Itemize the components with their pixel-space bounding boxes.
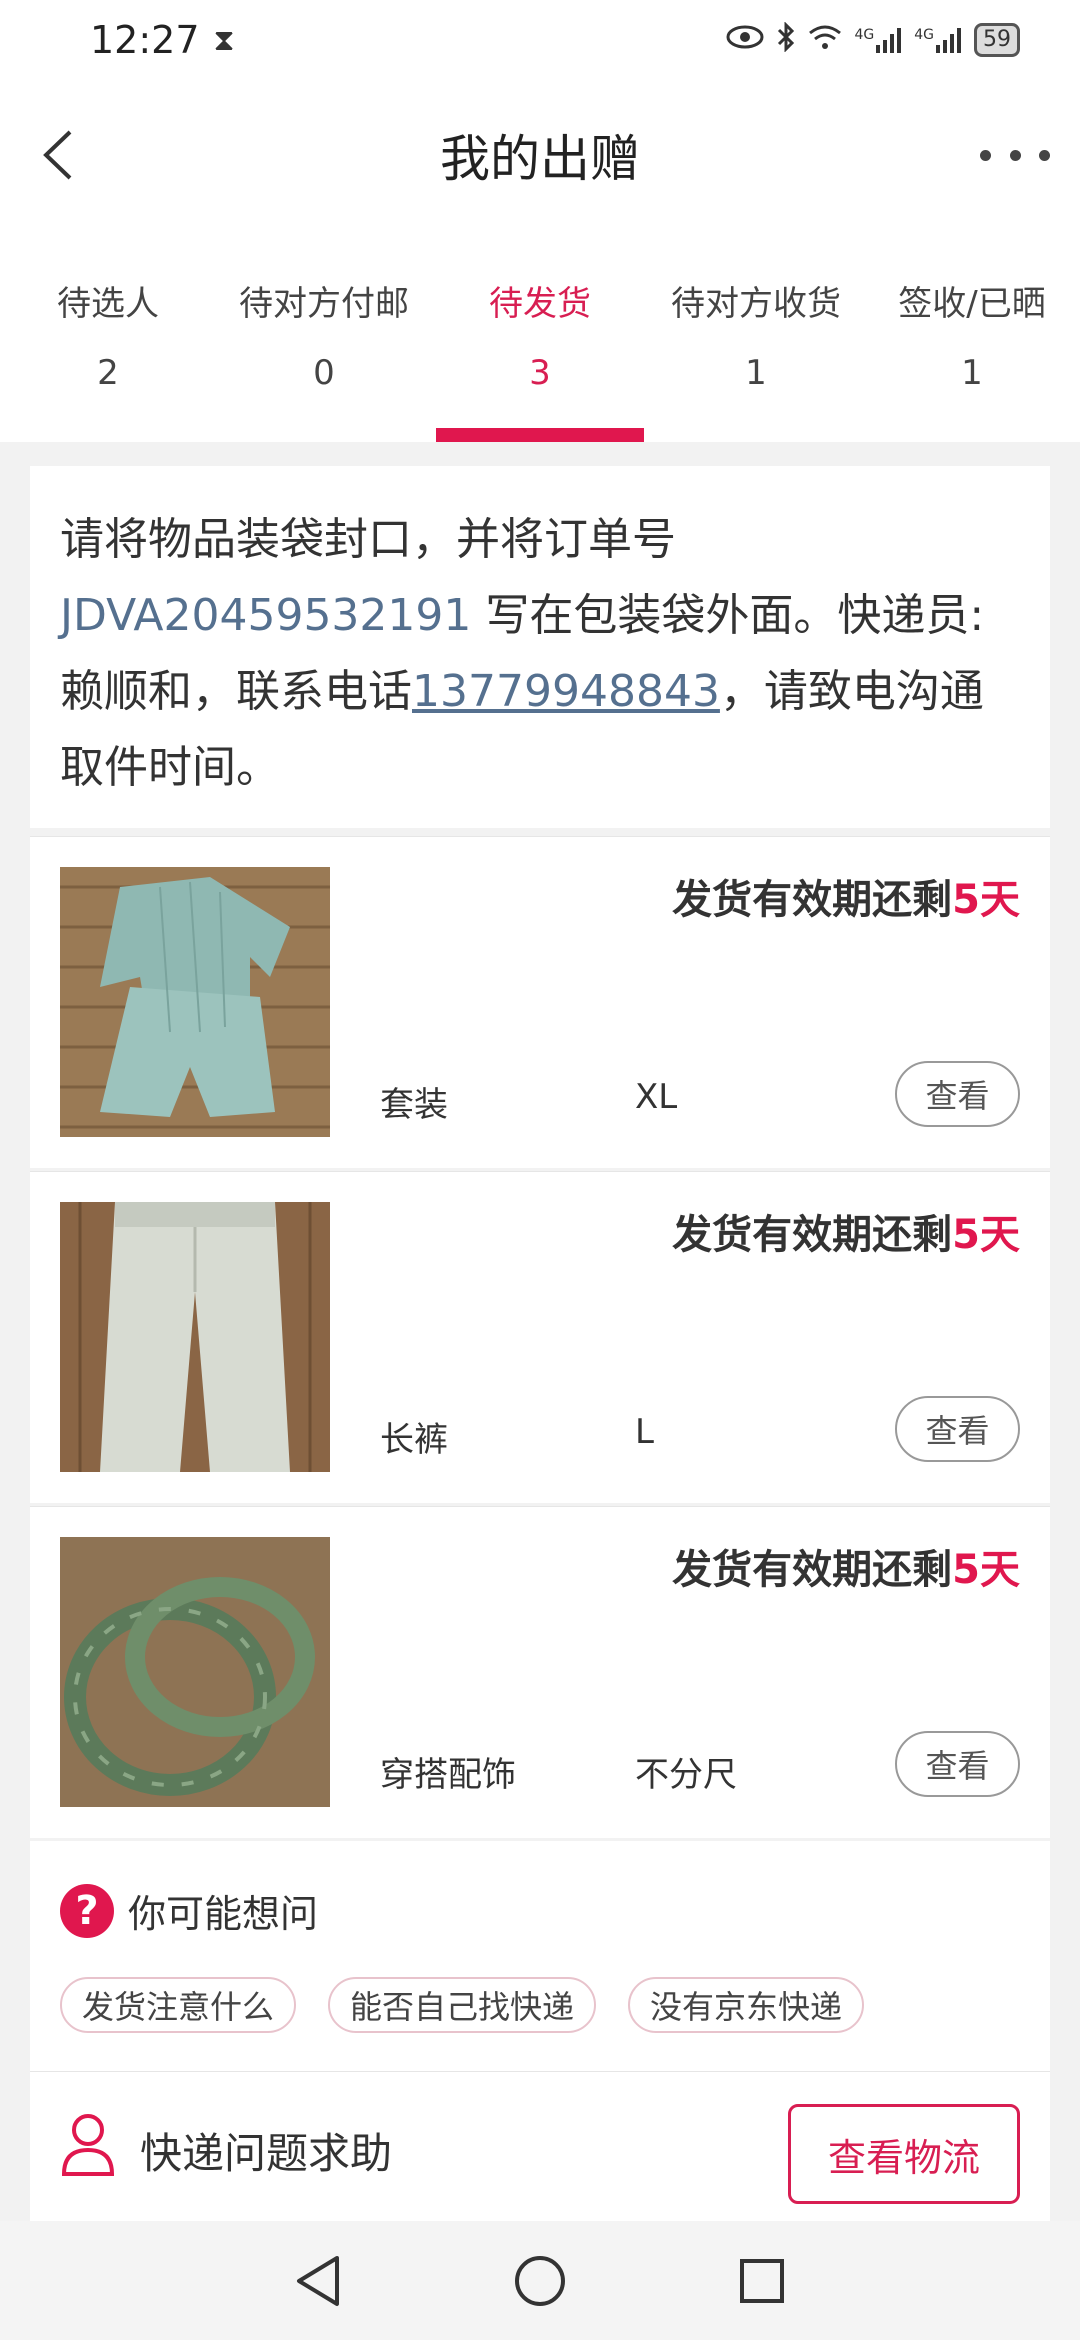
faq-title: 你可能想问 <box>128 1892 319 1936</box>
eye-icon <box>726 24 764 57</box>
signal-icon: 4G <box>854 27 902 53</box>
signal-icon: 4G <box>914 27 962 53</box>
tab-count: 2 <box>97 353 119 393</box>
tab-label: 待对方收货 <box>671 284 841 324</box>
view-button[interactable]: 查看 <box>895 1061 1020 1127</box>
ship-expiry-text: 发货有效期还剩5天 <box>672 1537 1020 1595</box>
item-size: 不分尺 <box>635 1755 737 1795</box>
faq-chip[interactable]: 能否自己找快递 <box>328 1977 597 2033</box>
courier-help-link[interactable]: 快递问题求助 <box>140 2120 392 2181</box>
tab-pending-select[interactable]: 待选人 2 <box>0 230 216 442</box>
expiry-label: 发货有效期还剩 <box>672 1212 953 1258</box>
item-size: XL <box>635 1077 678 1117</box>
item-category: 套装 <box>380 1085 448 1125</box>
status-tabs: 待选人 2 待对方付邮 0 待发货 3 待对方收货 1 签收/已晒 1 <box>0 230 1080 442</box>
item-size: L <box>635 1412 654 1452</box>
tab-pending-shipment[interactable]: 待发货 3 <box>432 230 648 442</box>
app-bar: 我的出赠 <box>0 80 1080 230</box>
list-item[interactable]: 发货有效期还剩5天 长裤 L 查看 <box>30 1171 1050 1503</box>
item-thumbnail[interactable] <box>60 1202 330 1472</box>
person-icon <box>60 2112 116 2176</box>
system-nav-bar <box>0 2221 1080 2340</box>
item-category: 穿搭配饰 <box>380 1755 516 1795</box>
tab-count: 0 <box>313 353 335 393</box>
tab-label: 签收/已晒 <box>898 284 1046 324</box>
hourglass-icon: ⧗ <box>213 22 235 58</box>
question-icon: ? <box>60 1883 114 1938</box>
notice-prefix: 请将物品装袋封口，并将订单号 <box>60 514 676 565</box>
nav-recents-icon[interactable] <box>737 2256 787 2306</box>
expiry-label: 发货有效期还剩 <box>672 877 953 923</box>
status-bar: 12:27 ⧗ 4G 4G 59 <box>0 0 1080 80</box>
faq-section: ? 你可能想问 发货注意什么 能否自己找快递 没有京东快递 <box>30 1841 1050 2071</box>
track-shipment-button[interactable]: 查看物流 <box>788 2104 1020 2204</box>
status-time: 12:27 <box>90 18 200 62</box>
tab-count: 3 <box>529 353 551 393</box>
nav-back-icon[interactable] <box>293 2254 343 2308</box>
courier-phone-link[interactable]: 13779948843 <box>412 666 720 717</box>
expiry-days: 5天 <box>952 1547 1020 1593</box>
tab-pending-postage[interactable]: 待对方付邮 0 <box>216 230 432 442</box>
order-number: JDVA20459532191 <box>60 590 472 641</box>
help-bar: 快递问题求助 查看物流 <box>30 2071 1050 2221</box>
ship-expiry-text: 发货有效期还剩5天 <box>672 1202 1020 1260</box>
tab-label: 待选人 <box>57 284 159 324</box>
list-item[interactable]: 发货有效期还剩5天 穿搭配饰 不分尺 查看 <box>30 1506 1050 1838</box>
item-thumbnail[interactable] <box>60 1537 330 1807</box>
item-category: 长裤 <box>380 1420 448 1460</box>
network-label: 4G <box>914 27 934 43</box>
ship-expiry-text: 发货有效期还剩5天 <box>672 867 1020 925</box>
battery-icon: 59 <box>974 23 1020 57</box>
faq-chip[interactable]: 没有京东快递 <box>628 1977 865 2033</box>
back-icon[interactable] <box>28 120 88 190</box>
network-label: 4G <box>854 27 875 43</box>
list-item[interactable]: 发货有效期还剩5天 套装 XL 查看 <box>30 836 1050 1168</box>
faq-header: ? 你可能想问 <box>60 1883 318 1938</box>
page-title: 我的出赠 <box>440 130 640 188</box>
view-button[interactable]: 查看 <box>895 1731 1020 1797</box>
tab-pending-receipt[interactable]: 待对方收货 1 <box>648 230 864 442</box>
view-button[interactable]: 查看 <box>895 1396 1020 1462</box>
status-icons: 4G 4G 59 <box>726 20 1020 59</box>
bluetooth-icon <box>776 20 796 59</box>
tab-label: 待发货 <box>489 284 591 324</box>
nav-home-icon[interactable] <box>513 2254 567 2308</box>
expiry-label: 发货有效期还剩 <box>672 1547 953 1593</box>
tab-signed-shared[interactable]: 签收/已晒 1 <box>864 230 1080 442</box>
active-tab-indicator <box>436 428 644 442</box>
faq-chip[interactable]: 发货注意什么 <box>60 1977 297 2033</box>
expiry-days: 5天 <box>952 1212 1020 1258</box>
expiry-days: 5天 <box>952 877 1020 923</box>
tab-count: 1 <box>745 353 767 393</box>
item-thumbnail[interactable] <box>60 867 330 1137</box>
shipping-notice: 请将物品装袋封口，并将订单号 JDVA20459532191 写在包装袋外面。快… <box>30 466 1050 828</box>
tab-label: 待对方付邮 <box>239 284 409 324</box>
faq-chips: 发货注意什么 能否自己找快递 没有京东快递 <box>60 1977 865 2033</box>
more-icon[interactable] <box>980 130 1050 180</box>
tab-count: 1 <box>961 353 983 393</box>
wifi-icon <box>808 23 842 58</box>
